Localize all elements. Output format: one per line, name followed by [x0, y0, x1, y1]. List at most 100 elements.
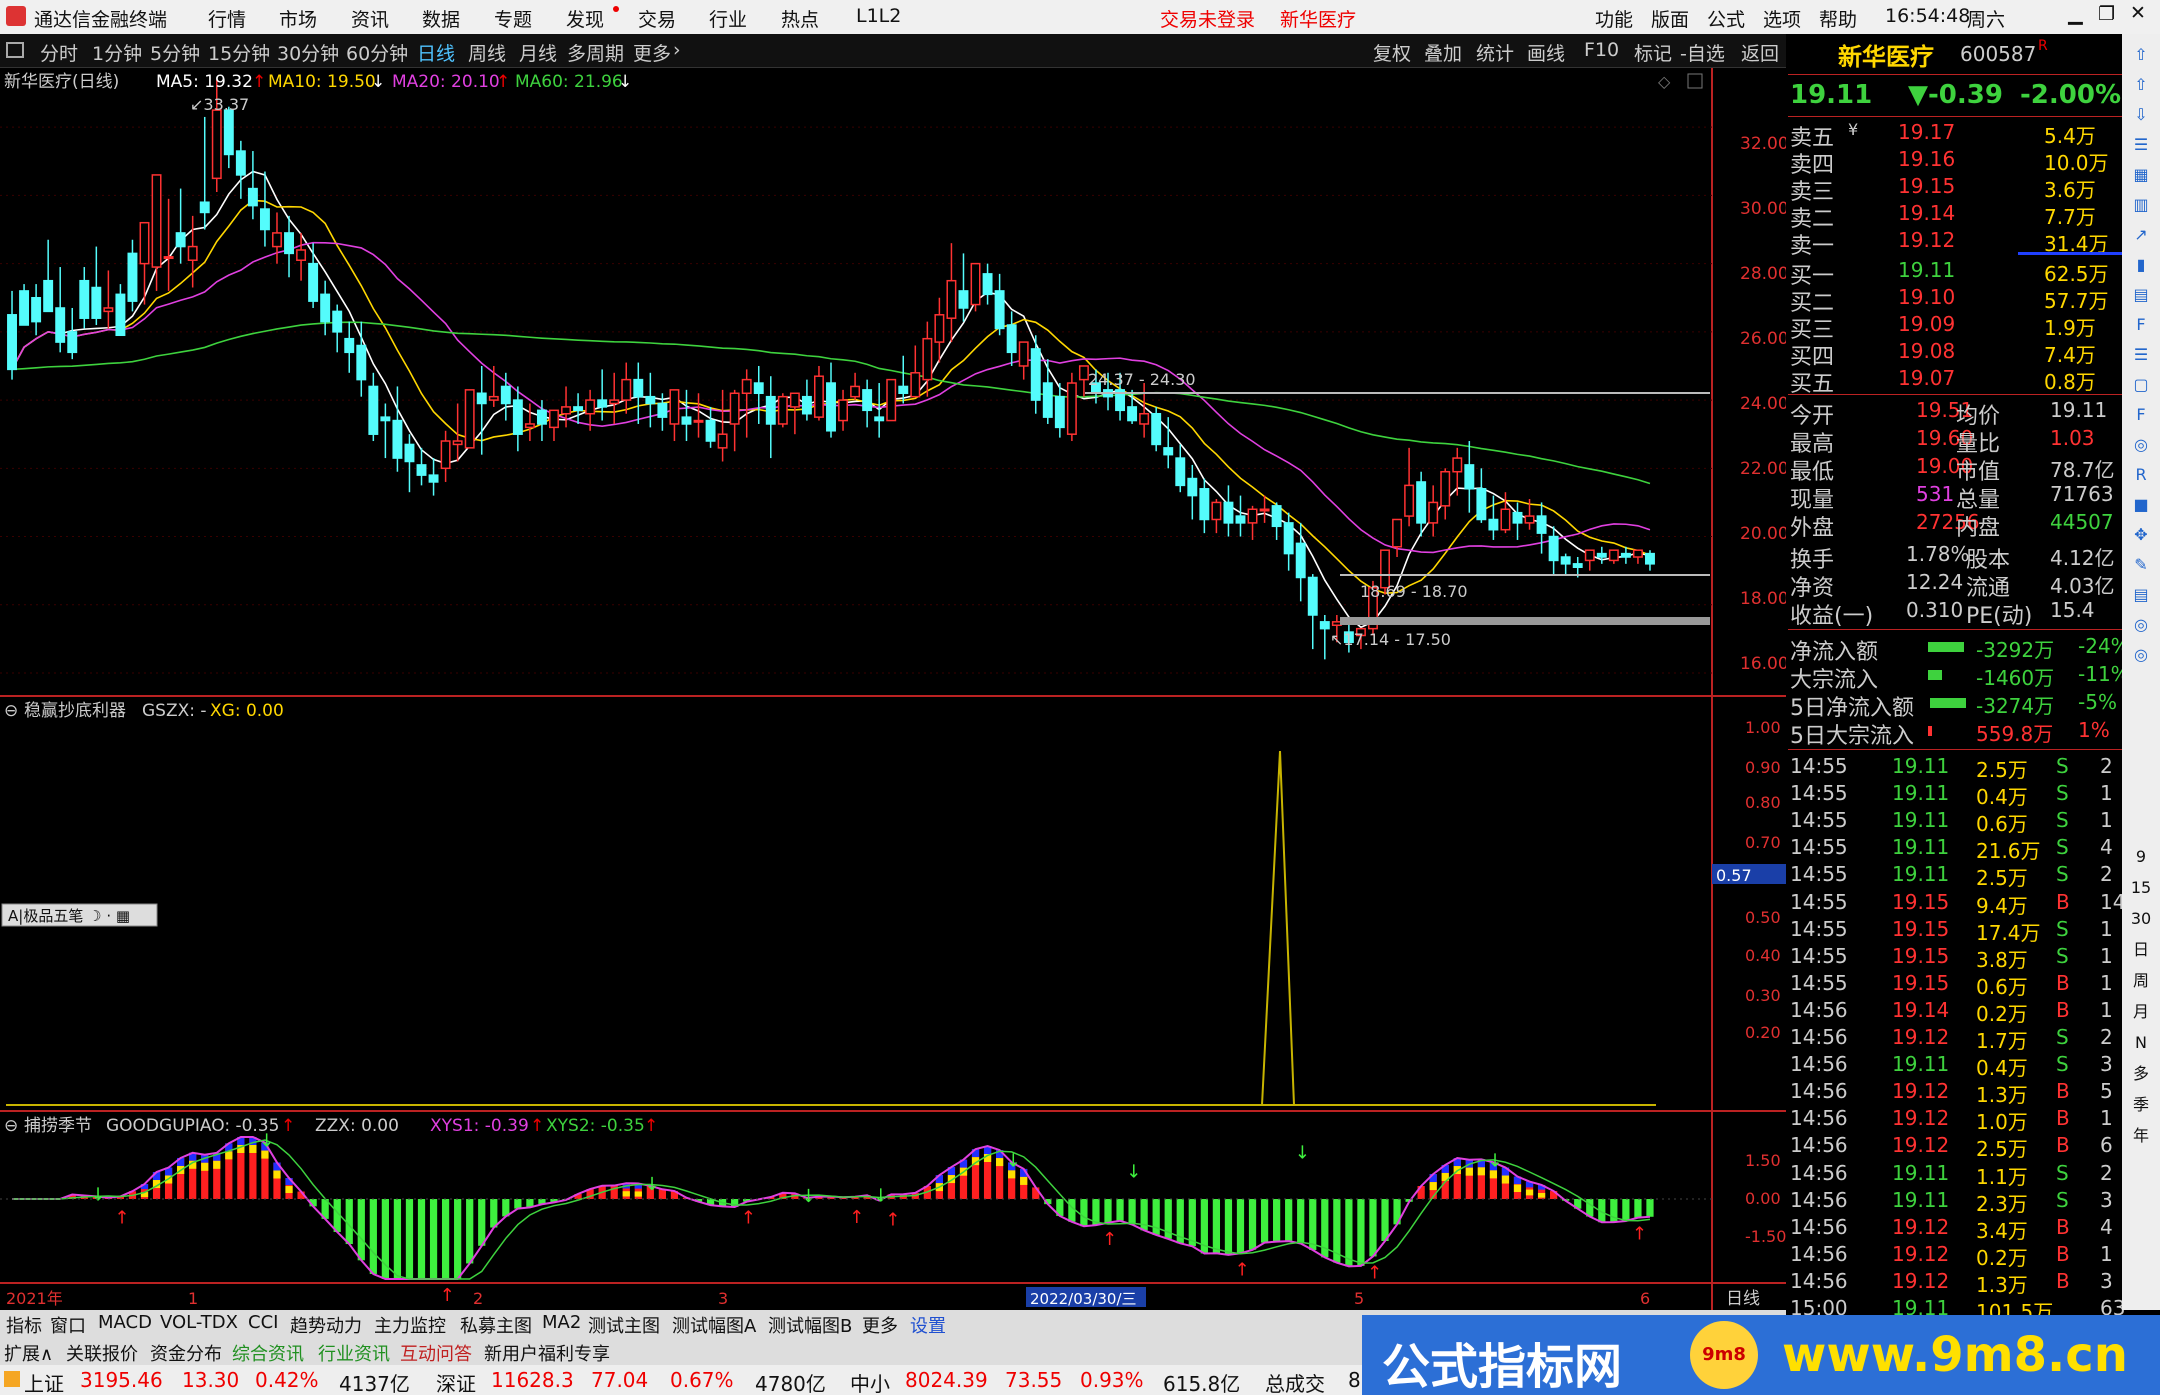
menu-item[interactable]: 行情 [208, 5, 246, 32]
menu-item[interactable]: 热点 [781, 5, 819, 32]
indicator-tab[interactable]: 指标 [6, 1312, 42, 1338]
toolbar-button[interactable]: 标记 [1634, 39, 1672, 66]
indicator-tab[interactable]: 窗口 [50, 1312, 86, 1338]
indicator-tab[interactable]: MA2 [542, 1312, 581, 1333]
menu-item[interactable]: 行业 [709, 5, 747, 32]
red-icon[interactable]: ■ [2128, 492, 2154, 518]
side-period-2[interactable]: 30 [2128, 906, 2154, 932]
info-tab[interactable]: 关联报价 [66, 1340, 138, 1366]
side-period-5[interactable]: 月 [2128, 999, 2154, 1025]
period-tab[interactable]: 5分钟 [150, 39, 200, 66]
info-tab[interactable]: 扩展∧ [4, 1340, 53, 1366]
menu-item[interactable]: 市场 [279, 5, 317, 32]
side-period-1[interactable]: 15 [2128, 875, 2154, 901]
minimize-icon[interactable]: ▁ [2068, 3, 2083, 25]
list-icon[interactable]: ☰ [2128, 342, 2154, 368]
pen-icon[interactable]: ✎ [2128, 552, 2154, 578]
bars-icon[interactable]: ▥ [2128, 192, 2154, 218]
period-tab[interactable]: 多周期 [567, 39, 624, 66]
toolbar-button[interactable]: -自选 [1680, 39, 1725, 66]
indicator-tab[interactable]: 更多 [862, 1312, 898, 1338]
side-period-8[interactable]: 季 [2128, 1092, 2154, 1118]
period-tab[interactable]: 15分钟 [208, 39, 270, 66]
f-icon[interactable]: F [2128, 402, 2154, 428]
period-tab[interactable]: 1分钟 [92, 39, 142, 66]
indicator-tab[interactable]: 趋势动力 [290, 1312, 362, 1338]
f-icon[interactable]: F [2128, 312, 2154, 338]
toolbar-button[interactable]: 叠加 [1424, 39, 1462, 66]
candle-body [621, 378, 632, 401]
info-tab[interactable]: 互动问答 [400, 1340, 472, 1366]
period-tab[interactable]: 周线 [468, 39, 506, 66]
chevron-right-icon[interactable]: › [673, 39, 681, 61]
menu-item[interactable]: 选项 [1763, 5, 1801, 32]
nav-icon[interactable]: ✥ [2128, 522, 2154, 548]
menu-item[interactable]: 功能 [1595, 5, 1633, 32]
menu-item[interactable]: 交易 [638, 5, 676, 32]
sh-icon[interactable] [4, 1371, 20, 1387]
info-tab[interactable]: 新用户福利专享 [484, 1340, 610, 1366]
period-tab[interactable]: 更多 [633, 39, 671, 66]
side-period-9[interactable]: 年 [2128, 1123, 2154, 1149]
side-period-3[interactable]: 日 [2128, 937, 2154, 963]
indicator-tab[interactable]: VOL-TDX [160, 1312, 238, 1333]
menu-item[interactable]: L1L2 [856, 5, 901, 27]
menu-item[interactable]: 数据 [422, 5, 460, 32]
rsi-icon[interactable]: R [2128, 462, 2154, 488]
side-period-0[interactable]: 9 [2128, 844, 2154, 870]
info-tab[interactable]: 综合资讯 [232, 1340, 304, 1366]
toolbar-button[interactable]: 画线 [1527, 39, 1565, 66]
period-tab[interactable]: 30分钟 [277, 39, 339, 66]
period-tab-active[interactable]: 日线 [417, 39, 455, 66]
kline-chart[interactable]: 新华医疗(日线) MA5: 19.32 ↑ MA10: 19.50 ↓ MA20… [0, 68, 1786, 1310]
ring-icon[interactable]: ◎ [2128, 642, 2154, 668]
toolbar-button[interactable]: 复权 [1373, 39, 1411, 66]
period-tab[interactable]: 月线 [519, 39, 557, 66]
indicator-tab[interactable]: 主力监控 [374, 1312, 446, 1338]
side-period-7[interactable]: 多 [2128, 1061, 2154, 1087]
info-tab[interactable]: 行业资讯 [318, 1340, 390, 1366]
indicator-tab[interactable]: 私募主图 [460, 1312, 532, 1338]
diamond-icon[interactable]: ◇ [1658, 72, 1671, 91]
ring-icon[interactable]: ◎ [2128, 432, 2154, 458]
indicator-tab[interactable]: 测试幅图B [768, 1312, 852, 1338]
side-period-6[interactable]: N [2128, 1030, 2154, 1056]
toolbar-button[interactable]: 返回 [1741, 39, 1779, 66]
menu-item[interactable]: 公式 [1707, 5, 1745, 32]
menu-item[interactable]: 帮助 [1819, 5, 1857, 32]
close-icon[interactable]: ✕ [2130, 2, 2146, 24]
table-icon[interactable]: ▤ [2128, 282, 2154, 308]
login-status[interactable]: 交易未登录 [1160, 5, 1255, 32]
toolbar-button[interactable]: F10 [1584, 39, 1619, 61]
indicator-tab[interactable]: MACD [98, 1312, 152, 1333]
line-icon[interactable]: ↗ [2128, 222, 2154, 248]
maximize-icon[interactable]: ❐ [2098, 3, 2115, 25]
indicator-tab[interactable]: 设置 [910, 1312, 946, 1338]
candle-body [272, 232, 282, 248]
menu-item[interactable]: 专题 [494, 5, 532, 32]
period-tab[interactable]: 分时 [40, 39, 78, 66]
list-icon[interactable]: ☰ [2128, 132, 2154, 158]
period-tab[interactable]: 60分钟 [346, 39, 408, 66]
menu-item[interactable]: 发现 [566, 5, 604, 32]
menu-item[interactable]: 版面 [1651, 5, 1689, 32]
candle-icon[interactable]: ▮ [2128, 252, 2154, 278]
up-icon[interactable]: ⇧ [2128, 72, 2154, 98]
ind1-icon[interactable]: ⊖ [4, 701, 18, 721]
indicator-tab[interactable]: 测试主图 [588, 1312, 660, 1338]
candle-body [561, 406, 572, 415]
ind2-icon[interactable]: ⊖ [4, 1116, 18, 1136]
table-icon[interactable]: ▤ [2128, 582, 2154, 608]
info-tab[interactable]: 资金分布 [150, 1340, 222, 1366]
indicator-tab[interactable]: 测试幅图A [672, 1312, 756, 1338]
chart-icon[interactable] [6, 42, 24, 58]
menu-item[interactable]: 资讯 [351, 5, 389, 32]
side-period-4[interactable]: 周 [2128, 968, 2154, 994]
indicator-tab[interactable]: CCI [248, 1312, 278, 1333]
doc-icon[interactable]: ▢ [2128, 372, 2154, 398]
ring-icon[interactable]: ◎ [2128, 612, 2154, 638]
up-icon[interactable]: ⇧ [2128, 42, 2154, 68]
grid-icon[interactable]: ▦ [2128, 162, 2154, 188]
toolbar-button[interactable]: 统计 [1476, 39, 1514, 66]
down-icon[interactable]: ⇩ [2128, 102, 2154, 128]
